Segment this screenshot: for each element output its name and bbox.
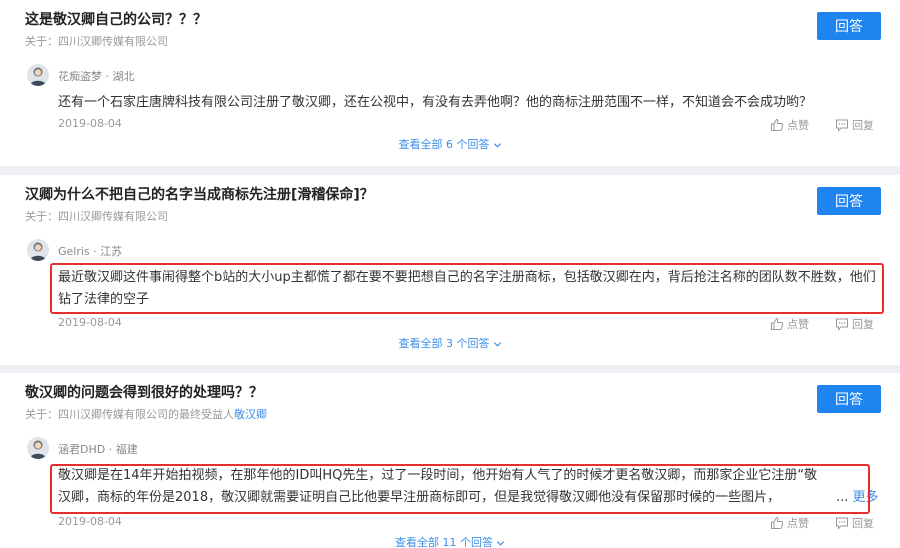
reply-button[interactable]: 回复	[835, 316, 874, 332]
question-about: 关于：四川汉卿传媒有限公司的最终受益人敬汉卿	[25, 406, 267, 422]
comment-icon	[836, 318, 848, 331]
answer-date: 2019-08-04	[58, 117, 122, 130]
like-label: 点赞	[787, 517, 809, 530]
question-title[interactable]: 敬汉卿的问题会得到很好的处理吗？？	[25, 382, 263, 402]
answer-button[interactable]: 回答	[817, 12, 881, 40]
like-button[interactable]: 点赞	[770, 515, 809, 531]
answer-user[interactable]: 花痴盗梦 · 湖北	[58, 68, 135, 84]
view-all-label: 查看全部 6 个回答	[398, 138, 490, 151]
answer-user[interactable]: 涵君DHD · 福建	[58, 441, 138, 457]
view-all-answers-link[interactable]: 查看全部 6 个回答	[0, 136, 900, 152]
chevron-down-icon	[493, 142, 501, 148]
about-prefix: 关于：	[25, 35, 58, 48]
chevron-down-icon	[496, 540, 505, 546]
about-prefix: 关于：	[25, 408, 58, 421]
about-company: 四川汉卿传媒有限公司的最终受益人	[58, 408, 234, 421]
comment-icon	[836, 517, 848, 530]
question-about: 关于：四川汉卿传媒有限公司	[25, 33, 168, 49]
question-about: 关于：四川汉卿传媒有限公司	[25, 208, 168, 224]
like-button[interactable]: 点赞	[770, 316, 809, 332]
answer-button[interactable]: 回答	[817, 187, 881, 215]
question-card: 这是敬汉卿自己的公司？？？ 关于：四川汉卿传媒有限公司 回答 花痴盗梦 · 湖北…	[0, 0, 900, 166]
reply-label: 回复	[852, 517, 874, 530]
answer-date: 2019-08-04	[58, 316, 122, 329]
question-title[interactable]: 这是敬汉卿自己的公司？？？	[25, 9, 207, 29]
reply-label: 回复	[852, 318, 874, 331]
thumbs-up-icon	[771, 118, 784, 131]
reply-label: 回复	[852, 119, 874, 132]
answer-button[interactable]: 回答	[817, 385, 881, 413]
about-company: 四川汉卿传媒有限公司	[58, 35, 168, 48]
more-ellipsis: ...	[836, 490, 849, 505]
question-card: 汉卿为什么不把自己的名字当成商标先注册[滑稽保命]？ 关于：四川汉卿传媒有限公司…	[0, 175, 900, 365]
view-all-label: 查看全部 3 个回答	[398, 337, 490, 350]
answer-text: 还有一个石家庄唐牌科技有限公司注册了敬汉卿，还在公视中，有没有去弄他啊？他的商标…	[58, 95, 813, 110]
expand-more[interactable]: ... 更多	[836, 487, 879, 509]
comment-icon	[836, 119, 848, 132]
question-card: 敬汉卿的问题会得到很好的处理吗？？ 关于：四川汉卿传媒有限公司的最终受益人敬汉卿…	[0, 373, 900, 548]
user-avatar-icon[interactable]	[27, 437, 49, 459]
thumbs-up-icon	[771, 516, 784, 529]
view-all-answers-link[interactable]: 查看全部 3 个回答	[0, 335, 900, 351]
user-avatar-icon[interactable]	[27, 239, 49, 261]
like-label: 点赞	[787, 318, 809, 331]
view-all-label: 查看全部 11 个回答	[395, 536, 493, 548]
question-title[interactable]: 汉卿为什么不把自己的名字当成商标先注册[滑稽保命]？	[25, 184, 374, 204]
user-avatar-icon[interactable]	[27, 64, 49, 86]
more-link[interactable]: 更多	[853, 490, 879, 505]
thumbs-up-icon	[771, 317, 784, 330]
like-label: 点赞	[787, 119, 809, 132]
about-company: 四川汉卿传媒有限公司	[58, 210, 168, 223]
view-all-answers-link[interactable]: 查看全部 11 个回答	[0, 534, 900, 548]
reply-button[interactable]: 回复	[835, 515, 874, 531]
answer-user[interactable]: Gelris · 江苏	[58, 243, 122, 259]
about-prefix: 关于：	[25, 210, 58, 223]
answer-text: 敬汉卿是在14年开始拍视频，在那年他的ID叫HQ先生，过了一段时间，他开始有人气…	[58, 468, 818, 505]
like-button[interactable]: 点赞	[770, 117, 809, 133]
beneficiary-link[interactable]: 敬汉卿	[234, 408, 267, 421]
chevron-down-icon	[493, 341, 501, 347]
reply-button[interactable]: 回复	[835, 117, 874, 133]
answer-date: 2019-08-04	[58, 515, 122, 528]
answer-text: 最近敬汉卿这件事闹得整个b站的大小up主都慌了都在要不要把想自己的名字注册商标，…	[58, 270, 876, 307]
